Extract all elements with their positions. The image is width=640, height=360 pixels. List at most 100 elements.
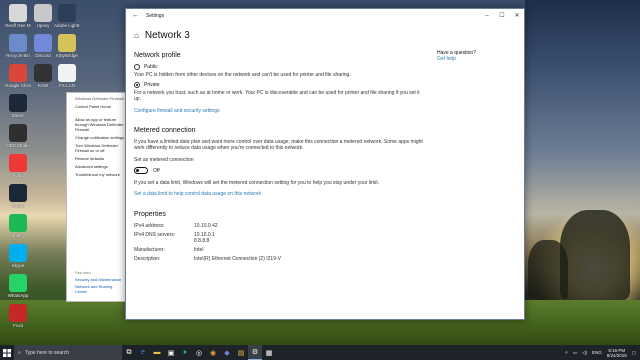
discord-icon[interactable]: ◆ [220, 345, 234, 360]
home-icon[interactable]: ⌂ [134, 31, 139, 40]
clock[interactable]: 8:16 PM 8/24/2018 [607, 348, 627, 358]
desktop-icon[interactable]: Google Chrome [5, 64, 31, 88]
cp-task-link[interactable]: Troubleshoot my network [67, 171, 129, 178]
close-icon[interactable]: ✕ [511, 11, 523, 21]
data-limit-link[interactable]: Set a data limit to help control data us… [134, 191, 424, 197]
property-value: 10.10.0.42 [194, 223, 218, 230]
property-key: Description: [134, 256, 161, 263]
app-icon [58, 34, 76, 52]
desktop-icon-label: Adobe Lightroom [54, 23, 80, 28]
desktop-icon-label: Google Chrome [5, 83, 31, 88]
back-arrow-icon[interactable]: ← [132, 12, 139, 19]
desktop-icon-label: Foxit [13, 323, 23, 328]
spotify-icon[interactable]: ● [178, 345, 192, 360]
app-icon [9, 34, 27, 52]
property-key: IPv4 DNS servers: [134, 232, 176, 239]
cp-task-link[interactable]: Allow an app or feature through Windows … [67, 116, 129, 133]
app-icon [9, 154, 27, 172]
desktop-icon-label: Recycle Bin [6, 53, 30, 58]
steam-icon[interactable]: ◎ [192, 345, 206, 360]
start-button[interactable] [0, 345, 14, 360]
desktop-icon-label: Spotify [11, 233, 25, 238]
desktop-icon-label: OBS Studio [6, 143, 30, 148]
property-value: Intel [194, 247, 204, 254]
task-view-icon[interactable]: ⧉ [122, 345, 136, 360]
desktop-icon[interactable]: Vivaldi [5, 154, 31, 178]
help-panel: Have a question? Get help [437, 50, 476, 62]
app-icon [9, 304, 27, 322]
cp-task-link[interactable]: Advanced settings [67, 163, 129, 170]
configure-firewall-link[interactable]: Configure firewall and security settings [134, 108, 424, 114]
desktop-icon-label: Steam [11, 113, 25, 118]
property-row: Manufacturer: Intel [134, 247, 424, 253]
windows-logo-icon [3, 348, 11, 357]
radio-private[interactable]: Private [134, 82, 424, 89]
system-tray: ˄ ▭ ◁) ENG 8:16 PM 8/24/2018 ▢ [565, 345, 636, 360]
radio-button[interactable] [134, 64, 140, 70]
metered-heading: Metered connection [134, 126, 196, 134]
app-icon [9, 94, 27, 112]
desktop-icon-label: Discord [35, 53, 51, 58]
folder-icon[interactable]: ▤ [234, 345, 248, 360]
radio-public[interactable]: Public [134, 64, 424, 70]
cp-task-link[interactable]: Control Panel Home [67, 103, 129, 110]
private-description: For a network you trust, such as at home… [134, 90, 420, 103]
control-panel-icon[interactable]: ▦ [262, 345, 276, 360]
desktop-icon[interactable]: Steam [5, 184, 31, 208]
cp-task-link[interactable]: Turn Windows Defender Firewall on or off [67, 142, 129, 154]
radio-button-selected[interactable] [134, 82, 140, 89]
property-key: Manufacturer: [134, 247, 165, 254]
minimize-icon[interactable]: – [481, 11, 493, 21]
desktop-icon[interactable]: Foxit [5, 304, 31, 328]
language-indicator[interactable]: ENG [592, 350, 602, 355]
app-icon [9, 214, 27, 232]
desktop-icon[interactable]: Discord [30, 34, 56, 58]
get-help-link[interactable]: Get help [437, 56, 476, 62]
desktop-icon[interactable]: KittyBridge [54, 34, 80, 58]
chevron-up-icon[interactable]: ˄ [565, 350, 568, 355]
taskbar: ⌕ Type here to search ⧉ e ▬ ▣ ● ◎ ◉ ◆ ▤ … [0, 345, 640, 360]
search-placeholder: Type here to search [24, 349, 70, 356]
property-row: Description: Intel(R) Ethernet Connection… [134, 256, 424, 262]
edge-icon[interactable]: e [136, 345, 150, 360]
maximize-icon[interactable]: ☐ [496, 11, 508, 21]
desktop-icon-label: WhatsApp [7, 293, 29, 298]
volume-icon[interactable]: ◁) [582, 350, 587, 356]
desktop-icon[interactable]: FX.LAN [54, 64, 80, 88]
app-icon [9, 4, 27, 22]
radio-private-label: Private [144, 82, 160, 89]
desktop-icon[interactable]: KAW [30, 64, 56, 88]
cp-link-security-maintenance[interactable]: Security and Maintenance [67, 276, 129, 283]
desktop-icon[interactable]: Steam [5, 94, 31, 118]
app-icon [34, 34, 52, 52]
desktop-icon[interactable]: Recycle Bin [5, 34, 31, 58]
cp-link-network-sharing[interactable]: Network and Sharing Center [67, 283, 129, 295]
app-icon [9, 184, 27, 202]
public-description: Your PC is hidden from other devices on … [134, 72, 351, 78]
desktop-icon[interactable]: Geoff Gee MR Scans [5, 4, 31, 28]
desktop-icon-label: Vivaldi [11, 173, 25, 178]
app-icon [58, 64, 76, 82]
app-icon [34, 64, 52, 82]
desktop-icon[interactable]: Adobe Lightroom [54, 4, 80, 28]
desktop-icon[interactable]: OBS Studio [5, 124, 31, 148]
desktop-icon[interactable]: Upsey [30, 4, 56, 28]
cp-task-link[interactable]: Restore defaults [67, 155, 129, 162]
file-explorer-icon[interactable]: ▬ [150, 345, 164, 360]
property-value: 10.10.0.1 8.8.8.8 [194, 232, 215, 245]
taskbar-search[interactable]: ⌕ Type here to search [14, 345, 122, 360]
clock-time: 8:16 PM [608, 347, 626, 353]
desktop-icon[interactable]: WhatsApp [5, 274, 31, 298]
desktop-icon-label: Upsey [36, 23, 50, 28]
desktop-icon[interactable]: Skype [5, 244, 31, 268]
desktop-icon[interactable]: Spotify [5, 214, 31, 238]
settings-window: ← Settings – ☐ ✕ ⌂ Network 3 Network pro… [125, 8, 525, 320]
metered-toggle[interactable] [134, 167, 148, 175]
notification-icon[interactable]: ▢ [632, 350, 636, 356]
desktop-icon-label: Skype [11, 263, 25, 268]
store-icon[interactable]: ▣ [164, 345, 178, 360]
chrome-icon[interactable]: ◉ [206, 345, 220, 360]
cp-task-link[interactable]: Change notification settings [67, 134, 129, 141]
network-icon[interactable]: ▭ [573, 350, 577, 356]
settings-icon[interactable]: ⚙ [248, 345, 262, 360]
